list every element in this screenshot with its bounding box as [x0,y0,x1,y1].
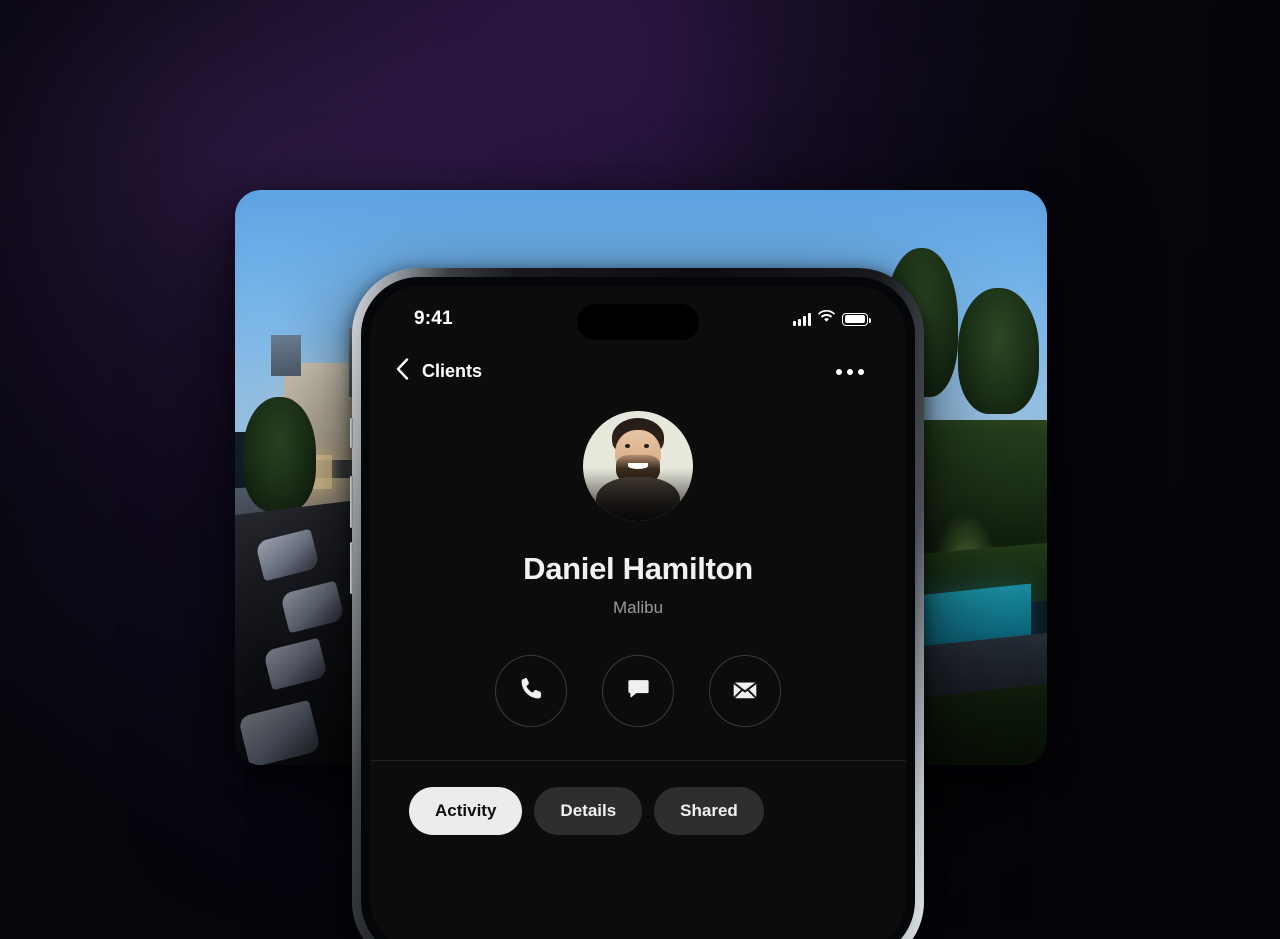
battery-full-icon [842,312,871,326]
contact-actions [370,655,906,727]
profile-header: Daniel Hamilton Malibu [370,389,906,618]
phone-screen: 9:41 Clients Daniel Hamilton Malibu Acti… [370,286,906,939]
volume-up-button[interactable] [350,476,353,528]
email-button[interactable] [709,655,781,727]
message-button[interactable] [602,655,674,727]
envelope-icon [730,674,760,709]
phone-mockup: 9:41 Clients Daniel Hamilton Malibu Acti… [350,268,924,939]
chevron-left-icon[interactable] [396,358,409,385]
avatar[interactable] [583,411,693,521]
volume-down-button[interactable] [350,542,353,594]
status-icons [793,309,871,328]
tab-activity[interactable]: Activity [409,787,523,835]
profile-name: Daniel Hamilton [523,551,753,586]
nav-back-group[interactable]: Clients [396,358,482,385]
mute-switch[interactable] [350,418,353,448]
status-bar: 9:41 [370,286,906,340]
page-title: Clients [422,361,483,381]
more-horizontal-icon[interactable] [830,363,870,381]
wifi-icon [818,309,835,328]
tab-shared[interactable]: Shared [654,787,764,835]
profile-location: Malibu [612,598,664,617]
tab-details[interactable]: Details [534,787,643,835]
phone-icon [518,675,545,707]
status-time: 9:41 [414,308,453,329]
cellular-signal-icon [793,312,811,326]
call-button[interactable] [495,655,567,727]
nav-bar: Clients [370,338,906,389]
tab-bar: Activity Details Shared [370,761,906,835]
avatar-shade [583,411,693,521]
dynamic-island [577,304,699,340]
message-bubble-icon [625,675,652,707]
